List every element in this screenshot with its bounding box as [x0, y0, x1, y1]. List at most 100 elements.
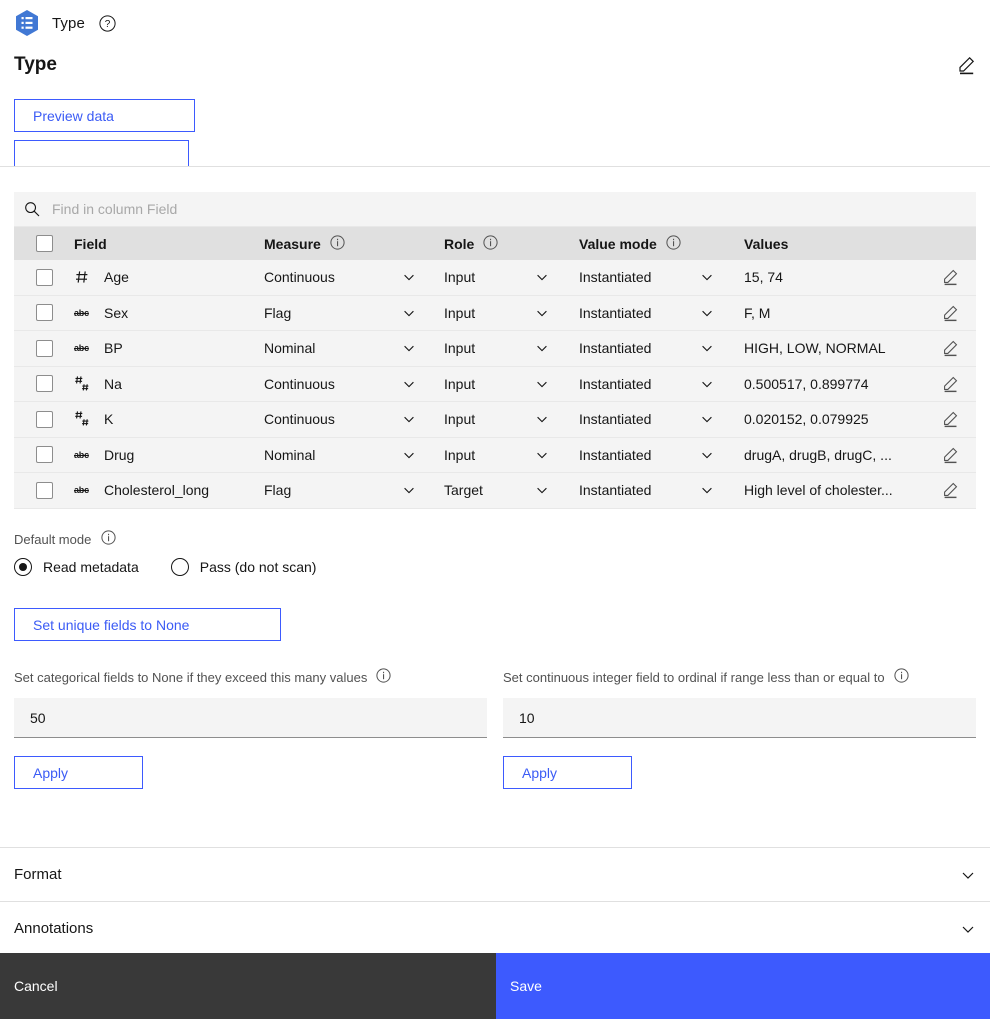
edit-pencil-icon[interactable] — [941, 481, 959, 499]
cell-edit[interactable] — [924, 446, 976, 464]
column-header-values[interactable]: Values — [744, 236, 924, 252]
edit-pencil-icon[interactable] — [941, 375, 959, 393]
row-checkbox[interactable] — [35, 375, 53, 393]
chevron-down-icon[interactable] — [700, 377, 714, 391]
info-icon[interactable] — [101, 530, 116, 548]
radio-read-metadata-control[interactable] — [14, 558, 32, 576]
row-checkbox[interactable] — [35, 410, 53, 428]
column-header-value-mode[interactable]: Value mode — [579, 234, 744, 253]
radio-read-metadata[interactable]: Read metadata — [14, 558, 139, 576]
help-circle-icon[interactable]: ? — [99, 14, 116, 32]
chevron-down-icon[interactable] — [535, 341, 549, 355]
cell-value-mode[interactable]: Instantiated — [579, 411, 744, 427]
table-row[interactable]: abc BP Nominal Input Instantiated HIGH, LOW, … — [14, 331, 976, 367]
cell-role[interactable]: Input — [444, 411, 579, 427]
set-unique-fields-to-none-button[interactable]: Set unique fields to None — [14, 608, 281, 641]
chevron-down-icon[interactable] — [700, 270, 714, 284]
cell-value-mode[interactable]: Instantiated — [579, 269, 744, 285]
edit-pencil-icon[interactable] — [941, 304, 959, 322]
cell-value-mode[interactable]: Instantiated — [579, 376, 744, 392]
row-checkbox[interactable] — [35, 481, 53, 499]
table-row[interactable]: K Continuous Input Instantiated 0.020152, 0.… — [14, 402, 976, 438]
column-header-measure[interactable]: Measure — [264, 234, 444, 253]
continuous-ordinal-range-input[interactable] — [503, 698, 976, 738]
chevron-down-icon[interactable] — [402, 341, 416, 355]
chevron-down-icon[interactable] — [535, 306, 549, 320]
info-icon[interactable] — [376, 668, 391, 686]
cell-role[interactable]: Input — [444, 447, 579, 463]
search-input[interactable] — [50, 200, 907, 218]
cell-edit[interactable] — [924, 304, 976, 322]
chevron-down-icon[interactable] — [402, 377, 416, 391]
edit-pencil-icon[interactable] — [941, 339, 959, 357]
edit-pencil-icon[interactable] — [941, 410, 959, 428]
cell-edit[interactable] — [924, 481, 976, 499]
cell-value-mode[interactable]: Instantiated — [579, 447, 744, 463]
cell-measure[interactable]: Nominal — [264, 447, 444, 463]
chevron-down-icon[interactable] — [700, 448, 714, 462]
chevron-down-icon[interactable] — [535, 412, 549, 426]
info-icon[interactable] — [330, 234, 345, 253]
chevron-down-icon[interactable] — [402, 483, 416, 497]
chevron-down-icon[interactable] — [535, 483, 549, 497]
table-search-row[interactable] — [14, 192, 976, 227]
cell-role[interactable]: Input — [444, 269, 579, 285]
edit-pencil-icon[interactable] — [941, 268, 959, 286]
cell-edit[interactable] — [924, 339, 976, 357]
table-row[interactable]: Age Continuous Input Instantiated 15, 74 — [14, 260, 976, 296]
chevron-down-icon[interactable] — [402, 412, 416, 426]
chevron-down-icon[interactable] — [700, 483, 714, 497]
clipped-scrolled-button[interactable] — [14, 140, 189, 169]
cell-role[interactable]: Input — [444, 340, 579, 356]
chevron-down-icon[interactable] — [535, 448, 549, 462]
table-row[interactable]: abc Drug Nominal Input Instantiated drugA, dr… — [14, 437, 976, 473]
chevron-down-icon[interactable] — [960, 867, 976, 883]
info-icon[interactable] — [483, 234, 498, 253]
accordion-format[interactable]: Format — [0, 847, 990, 901]
row-checkbox[interactable] — [35, 268, 53, 286]
cell-measure[interactable]: Continuous — [264, 269, 444, 285]
cell-role[interactable]: Input — [444, 305, 579, 321]
save-button[interactable]: Save — [496, 953, 990, 1019]
row-checkbox[interactable] — [35, 304, 53, 322]
row-checkbox[interactable] — [35, 446, 53, 464]
chevron-down-icon[interactable] — [402, 306, 416, 320]
chevron-down-icon[interactable] — [535, 377, 549, 391]
cell-role[interactable]: Target — [444, 482, 579, 498]
radio-pass-do-not-scan[interactable]: Pass (do not scan) — [170, 558, 316, 576]
cell-value-mode[interactable]: Instantiated — [579, 482, 744, 498]
chevron-down-icon[interactable] — [700, 341, 714, 355]
cancel-button[interactable]: Cancel — [0, 953, 496, 1019]
cell-role[interactable]: Input — [444, 376, 579, 392]
cell-measure[interactable]: Continuous — [264, 376, 444, 392]
cell-value-mode[interactable]: Instantiated — [579, 340, 744, 356]
table-row[interactable]: Na Continuous Input Instantiated 0.500517, 0… — [14, 366, 976, 402]
row-checkbox[interactable] — [35, 339, 53, 357]
edit-pencil-icon[interactable] — [956, 55, 976, 75]
chevron-down-icon[interactable] — [402, 270, 416, 284]
cell-measure[interactable]: Continuous — [264, 411, 444, 427]
cell-edit[interactable] — [924, 375, 976, 393]
table-row[interactable]: abc Sex Flag Input Instantiated F, M — [14, 295, 976, 331]
continuous-apply-button[interactable]: Apply — [503, 756, 632, 789]
info-icon[interactable] — [893, 668, 909, 686]
info-icon[interactable] — [666, 234, 681, 253]
cell-value-mode[interactable]: Instantiated — [579, 305, 744, 321]
cell-edit[interactable] — [924, 268, 976, 286]
chevron-down-icon[interactable] — [535, 270, 549, 284]
cell-edit[interactable] — [924, 410, 976, 428]
column-header-field[interactable]: Field — [74, 236, 264, 252]
cell-measure[interactable]: Nominal — [264, 340, 444, 356]
chevron-down-icon[interactable] — [700, 306, 714, 320]
select-all-checkbox[interactable] — [35, 235, 53, 252]
accordion-annotations[interactable]: Annotations — [0, 901, 990, 955]
column-header-role[interactable]: Role — [444, 234, 579, 253]
table-row[interactable]: abc Cholesterol_long Flag Target Instantiate… — [14, 473, 976, 509]
cell-measure[interactable]: Flag — [264, 305, 444, 321]
radio-pass-do-not-scan-control[interactable] — [170, 558, 189, 576]
chevron-down-icon[interactable] — [700, 412, 714, 426]
cell-measure[interactable]: Flag — [264, 482, 444, 498]
edit-pencil-icon[interactable] — [941, 446, 959, 464]
chevron-down-icon[interactable] — [960, 921, 976, 937]
categorical-max-values-input[interactable] — [14, 698, 487, 738]
